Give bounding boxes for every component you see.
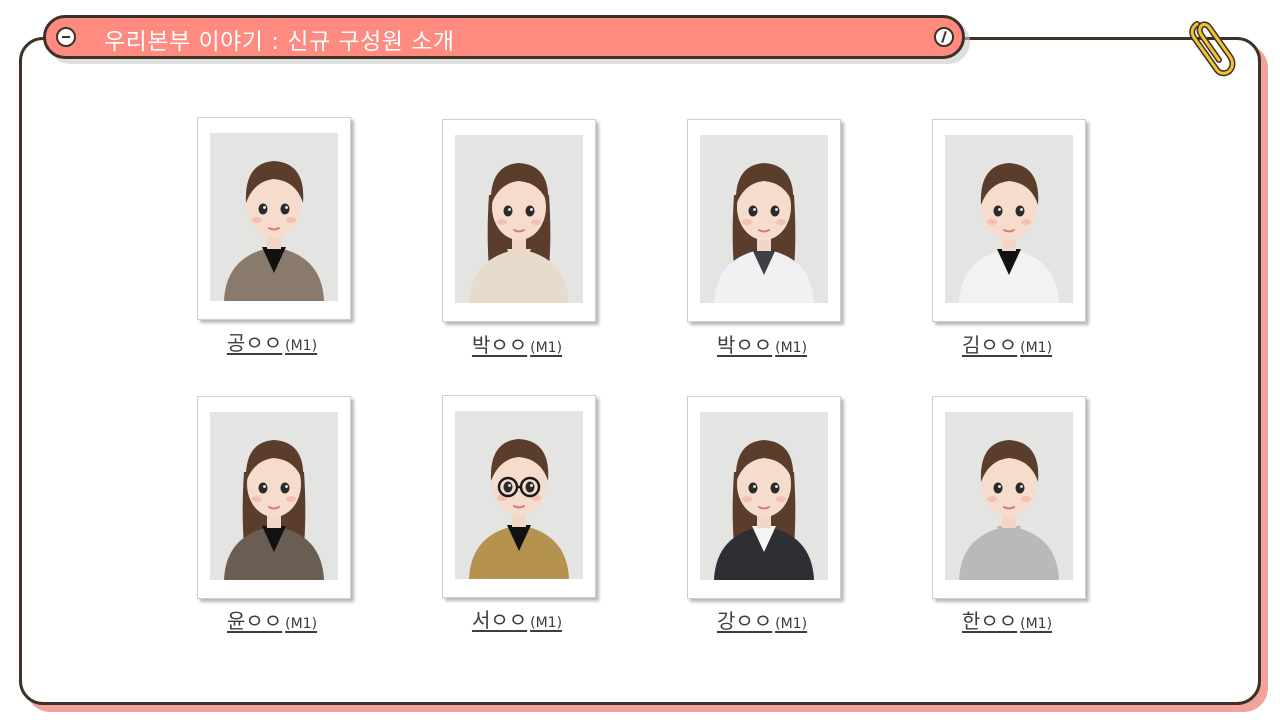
avatar [455, 135, 583, 303]
minimize-icon[interactable] [56, 27, 76, 47]
member-level: (M1) [530, 340, 563, 356]
member-name[interactable]: 한ㅇㅇ (M1) [922, 605, 1092, 634]
edit-icon[interactable] [934, 27, 954, 47]
member-name-text: 박ㅇㅇ [471, 333, 528, 357]
member-name-text: 박ㅇㅇ [716, 333, 773, 357]
member-card[interactable] [197, 396, 351, 599]
avatar [700, 412, 828, 580]
member-level: (M1) [285, 616, 318, 632]
member-level: (M1) [1020, 616, 1053, 632]
member-level: (M1) [775, 340, 808, 356]
avatar [700, 135, 828, 303]
title-bar: 우리본부 이야기 : 신규 구성원 소개 [43, 15, 965, 59]
member-card[interactable] [932, 119, 1086, 322]
member-name[interactable]: 박ㅇㅇ (M1) [432, 329, 602, 358]
member-name-text: 강ㅇㅇ [716, 609, 773, 633]
member-card[interactable] [932, 396, 1086, 599]
member-name[interactable]: 공ㅇㅇ (M1) [187, 327, 357, 356]
page-title: 우리본부 이야기 : 신규 구성원 소개 [104, 29, 455, 55]
member-card[interactable] [687, 119, 841, 322]
avatar [945, 412, 1073, 580]
member-name[interactable]: 서ㅇㅇ (M1) [432, 604, 602, 633]
avatar [210, 412, 338, 580]
member-name[interactable]: 윤ㅇㅇ (M1) [187, 605, 357, 634]
member-level: (M1) [285, 338, 318, 354]
member-name-text: 서ㅇㅇ [471, 608, 528, 632]
member-name-text: 한ㅇㅇ [961, 609, 1018, 633]
member-level: (M1) [775, 616, 808, 632]
member-name-text: 공ㅇㅇ [226, 331, 283, 355]
member-card[interactable] [197, 117, 351, 320]
avatar [455, 411, 583, 579]
member-level: (M1) [530, 615, 563, 631]
member-card[interactable] [442, 119, 596, 322]
member-level: (M1) [1020, 340, 1053, 356]
paperclip-icon [1189, 21, 1236, 77]
member-name[interactable]: 김ㅇㅇ (M1) [922, 329, 1092, 358]
member-card[interactable] [442, 395, 596, 598]
avatar [945, 135, 1073, 303]
member-name[interactable]: 박ㅇㅇ (M1) [677, 329, 847, 358]
avatar [210, 133, 338, 301]
member-card[interactable] [687, 396, 841, 599]
member-name-text: 김ㅇㅇ [961, 333, 1018, 357]
member-name-text: 윤ㅇㅇ [226, 609, 283, 633]
member-name[interactable]: 강ㅇㅇ (M1) [677, 605, 847, 634]
